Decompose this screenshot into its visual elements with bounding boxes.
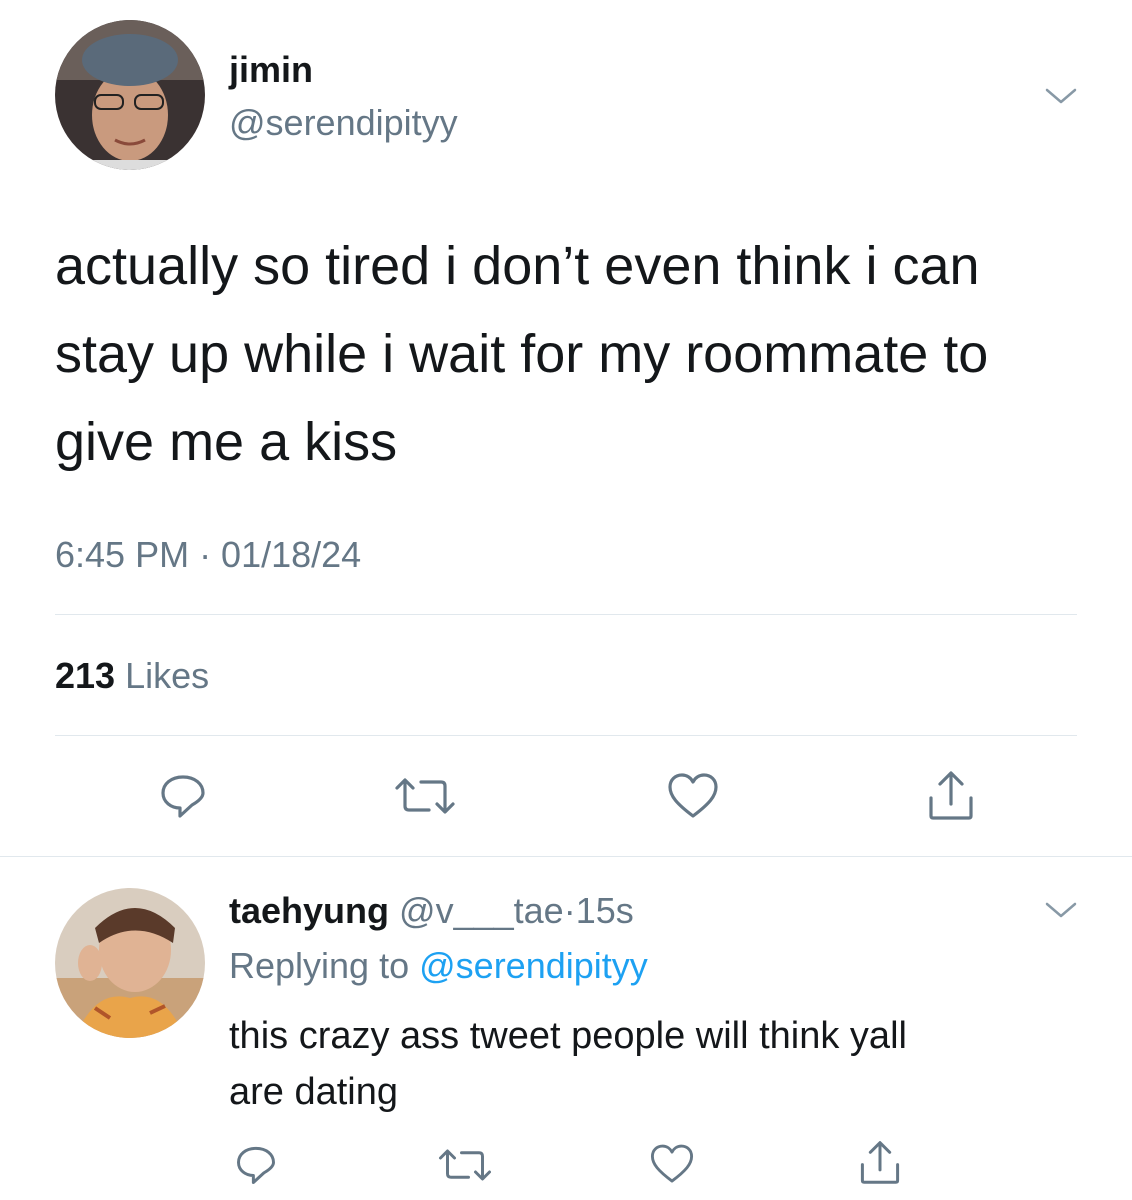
replying-prefix: Replying to bbox=[229, 945, 410, 986]
reply-time[interactable]: 15s bbox=[576, 890, 634, 931]
tweet-text: actually so tired i don’t even think i c… bbox=[55, 222, 1115, 486]
divider bbox=[55, 614, 1077, 615]
tweet-text-line: actually so tired i don’t even think i c… bbox=[55, 236, 980, 296]
heart-icon[interactable] bbox=[649, 1143, 695, 1185]
jimin-avatar[interactable] bbox=[55, 20, 205, 170]
retweet-icon[interactable] bbox=[437, 1147, 493, 1183]
tweet-text-line: stay up while i wait for my roommate to bbox=[55, 324, 989, 384]
reply-text: this crazy ass tweet people will think y… bbox=[229, 1008, 1109, 1120]
heart-icon[interactable] bbox=[666, 772, 720, 820]
reply-icon[interactable] bbox=[158, 772, 208, 820]
taehyung-avatar[interactable] bbox=[55, 888, 205, 1038]
reply-user-handle[interactable]: @v___tae bbox=[399, 890, 564, 931]
reply-header: taehyung @v___tae·15s bbox=[229, 891, 634, 931]
share-icon[interactable] bbox=[858, 1138, 902, 1186]
user-handle[interactable]: @serendipityy bbox=[229, 103, 458, 143]
reply-display-name[interactable]: taehyung bbox=[229, 890, 389, 931]
replying-handle-link[interactable]: @serendipityy bbox=[419, 945, 648, 986]
reply-text-line: this crazy ass tweet people will think y… bbox=[229, 1015, 907, 1057]
likes-count: 213 bbox=[55, 655, 116, 696]
divider bbox=[55, 735, 1077, 736]
replying-to: Replying to @serendipityy bbox=[229, 946, 648, 986]
display-name[interactable]: jimin bbox=[229, 50, 313, 90]
tweet-timestamp[interactable]: 6:45 PM · 01/18/24 bbox=[55, 535, 361, 575]
reply-icon[interactable] bbox=[234, 1144, 278, 1186]
chevron-down-icon[interactable] bbox=[1044, 86, 1078, 106]
divider bbox=[0, 856, 1132, 857]
likes-stat[interactable]: 213 Likes bbox=[55, 656, 209, 696]
separator-dot: · bbox=[563, 890, 576, 931]
likes-label: Likes bbox=[125, 655, 210, 696]
share-icon[interactable] bbox=[926, 768, 976, 822]
retweet-icon[interactable] bbox=[393, 776, 457, 816]
chevron-down-icon[interactable] bbox=[1044, 900, 1078, 920]
reply-text-line: are dating bbox=[229, 1071, 399, 1113]
tweet-text-line: give me a kiss bbox=[55, 412, 398, 472]
